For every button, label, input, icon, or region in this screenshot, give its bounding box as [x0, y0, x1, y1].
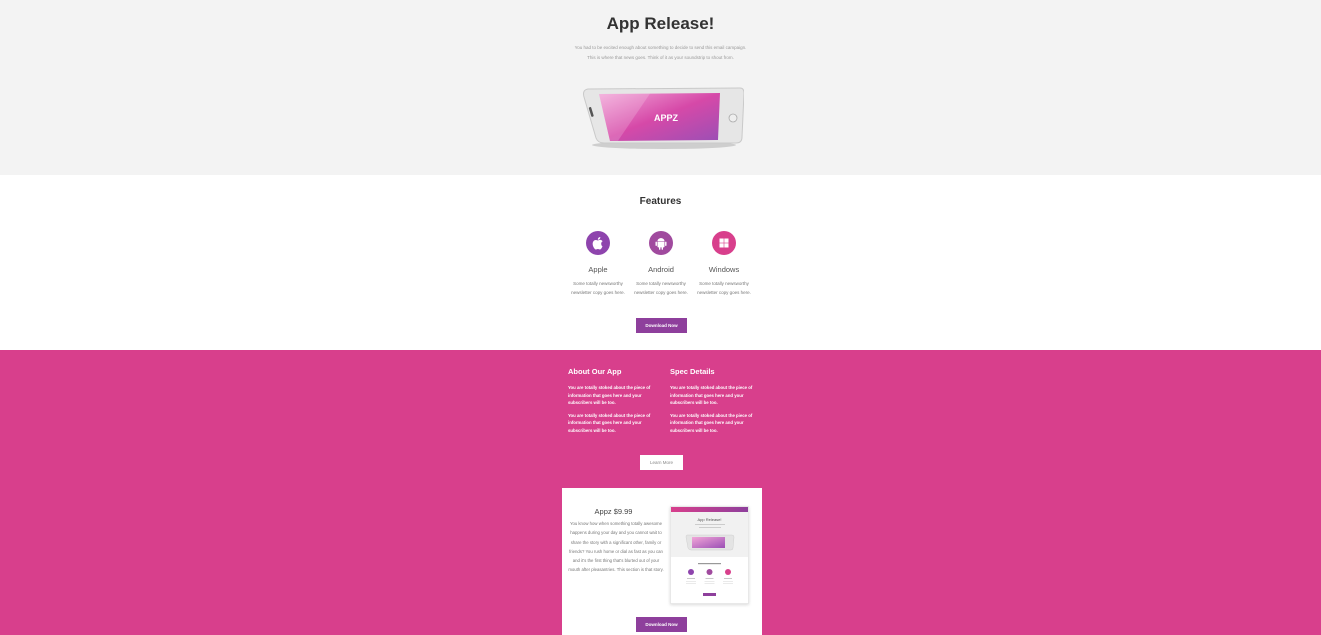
hero-text-line-2: This is where that news goes. Think of i… — [587, 55, 734, 60]
feature-name: Android — [648, 265, 674, 274]
feature-name: Windows — [708, 265, 740, 274]
phone-image: APPZ — [583, 87, 744, 149]
about-paragraph-1: You are totally stoked about the piece o… — [568, 385, 651, 405]
about-section: About Our App You are totally stoked abo… — [0, 350, 1321, 635]
about-column: About Our App You are totally stoked abo… — [568, 367, 658, 439]
android-icon — [649, 231, 673, 255]
newsletter-thumbnail: App Release! — [670, 506, 749, 604]
feature-desc: Some totally newsworthy newsletter copy … — [697, 281, 751, 295]
feature-name: Apple — [588, 265, 608, 274]
about-paragraph-2: You are totally stoked about the piece o… — [568, 412, 651, 433]
learn-more-button[interactable]: Learn More — [640, 455, 683, 470]
feature-windows: Windows Some totally newsworthy newslett… — [692, 231, 756, 297]
product-text: You know how when something totally awes… — [568, 521, 664, 573]
feature-desc: Some totally newsworthy newsletter copy … — [634, 281, 688, 295]
download-now-button-card[interactable]: Download Now — [636, 617, 687, 632]
spec-column: Spec Details You are totally stoked abou… — [670, 367, 760, 439]
feature-apple: Apple Some totally newsworthy newsletter… — [566, 231, 630, 297]
windows-icon — [712, 231, 736, 255]
phone-screen-label: APPZ — [654, 113, 679, 123]
thumbnail-title: App Release! — [697, 517, 721, 522]
feature-android: Android Some totally newsworthy newslett… — [629, 231, 693, 297]
features-section: Features Apple Some totally newsworthy n… — [0, 175, 1321, 350]
hero-text: You had to be excited enough about somet… — [560, 43, 761, 63]
spec-paragraph-1: You are totally stoked about the piece o… — [670, 385, 753, 405]
feature-desc: Some totally newsworthy newsletter copy … — [571, 281, 625, 295]
hero-section: App Release! You had to be excited enoug… — [0, 0, 1321, 175]
product-card: Appz $9.99 You know how when something t… — [562, 488, 762, 635]
hero-text-line-1: You had to be excited enough about somet… — [574, 45, 747, 50]
features-title: Features — [639, 196, 682, 207]
about-heading: About Our App — [568, 367, 622, 376]
product-title: Appz $9.99 — [594, 507, 633, 516]
hero-title: App Release! — [606, 14, 715, 33]
spec-heading: Spec Details — [670, 367, 715, 376]
apple-icon — [586, 231, 610, 255]
spec-paragraph-2: You are totally stoked about the piece o… — [670, 412, 753, 433]
download-now-button[interactable]: Download Now — [636, 318, 687, 333]
